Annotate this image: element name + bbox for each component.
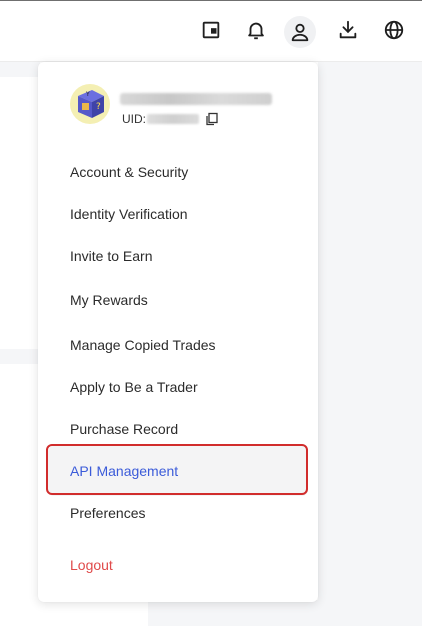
globe-icon[interactable]	[379, 15, 409, 45]
background-panel	[0, 62, 40, 77]
uid-value-obscured	[147, 114, 199, 124]
user-dropdown-menu: ? Y UID: Account & Security Identity Ver…	[38, 62, 318, 602]
avatar[interactable]: ? Y	[70, 84, 110, 124]
page: ? Y UID: Account & Security Identity Ver…	[0, 0, 422, 626]
background-panel	[148, 600, 422, 626]
menu-item-identity-verification[interactable]: Identity Verification	[70, 206, 188, 222]
uid-label: UID:	[122, 112, 146, 126]
menu-item-apply-to-be-trader[interactable]: Apply to Be a Trader	[70, 379, 198, 395]
copy-icon[interactable]	[205, 112, 219, 126]
bell-icon[interactable]	[241, 15, 271, 45]
top-navigation-bar	[0, 0, 422, 62]
download-icon[interactable]	[333, 15, 363, 45]
menu-item-purchase-record[interactable]: Purchase Record	[70, 421, 178, 437]
menu-item-manage-copied-trades[interactable]: Manage Copied Trades	[70, 337, 216, 353]
username-obscured	[120, 93, 272, 105]
menu-item-preferences[interactable]: Preferences	[70, 505, 145, 521]
user-icon[interactable]	[284, 16, 316, 48]
menu-item-my-rewards[interactable]: My Rewards	[70, 292, 148, 308]
background-panel	[318, 62, 422, 626]
profile-header: ? Y UID:	[70, 84, 310, 128]
menu-item-logout[interactable]: Logout	[70, 557, 113, 573]
uid-row: UID:	[122, 112, 219, 126]
menu-item-invite-to-earn[interactable]: Invite to Earn	[70, 248, 153, 264]
background-panel	[0, 349, 40, 364]
menu-item-api-management[interactable]: API Management	[70, 463, 178, 479]
svg-text:Y: Y	[85, 91, 90, 98]
menu-item-account-security[interactable]: Account & Security	[70, 164, 188, 180]
svg-text:?: ?	[96, 102, 101, 112]
wallet-icon[interactable]	[196, 15, 226, 45]
